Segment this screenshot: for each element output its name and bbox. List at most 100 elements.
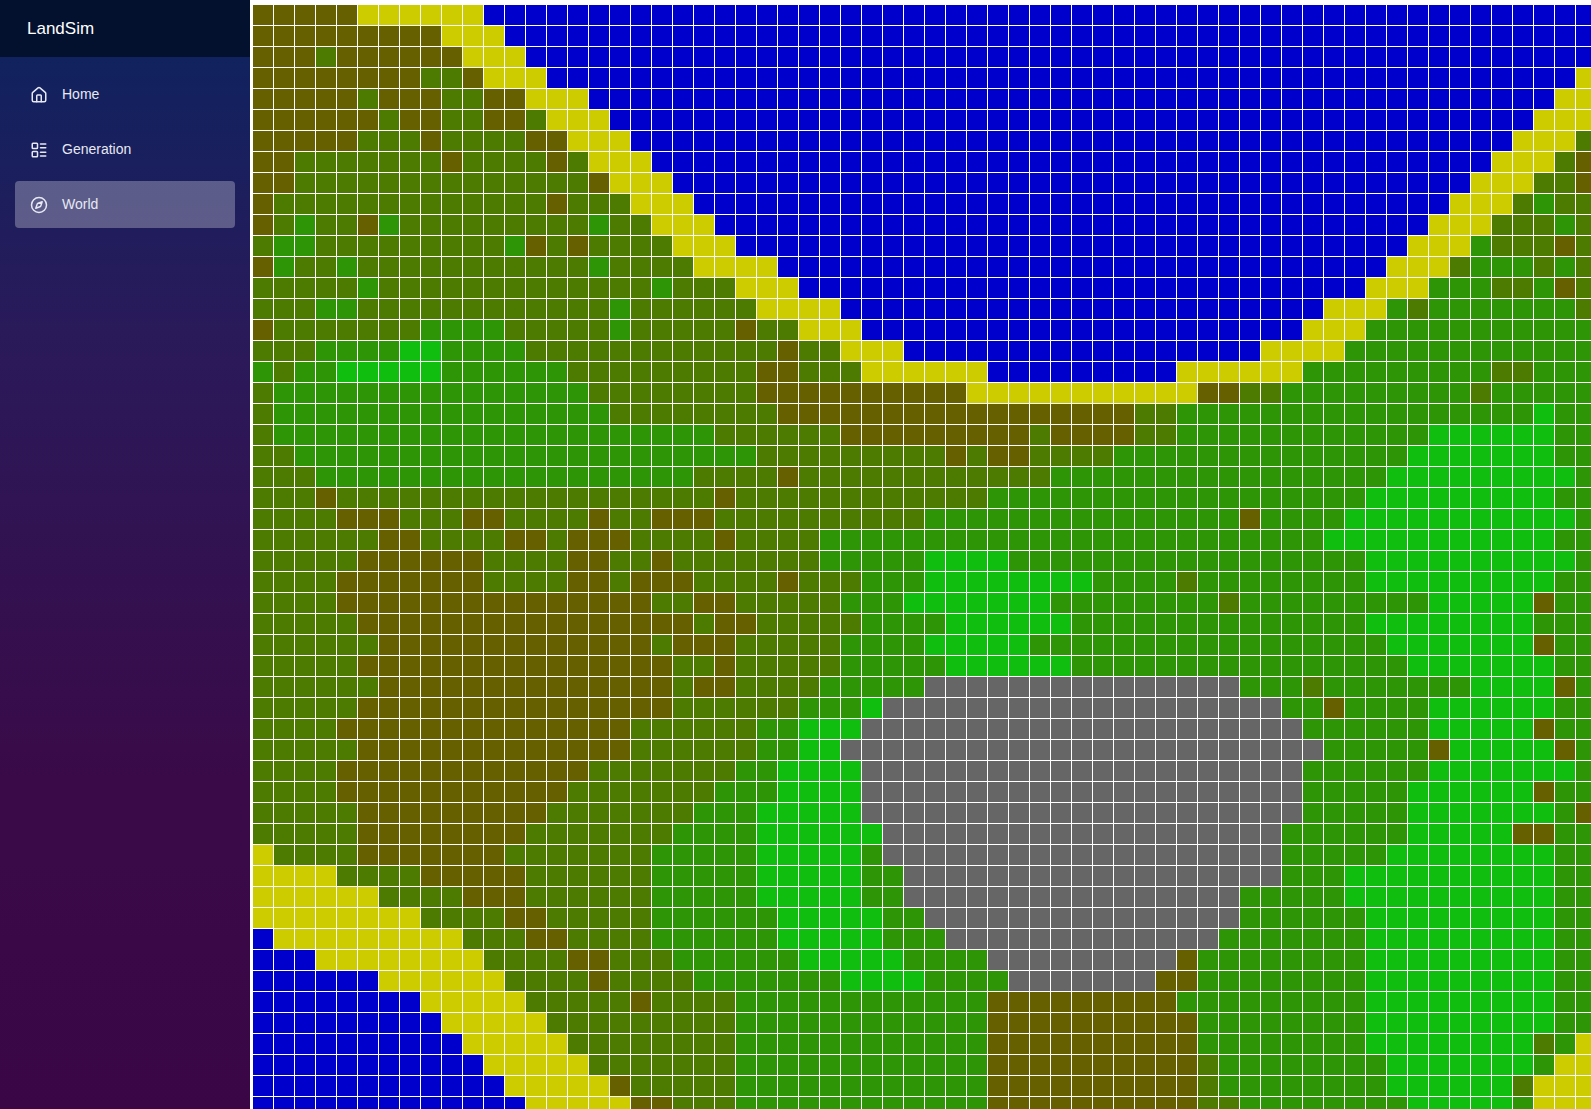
tile[interactable] [1576, 47, 1591, 67]
tile[interactable] [736, 320, 756, 340]
tile[interactable] [400, 5, 420, 25]
tile[interactable] [526, 635, 546, 655]
tile[interactable] [589, 68, 609, 88]
tile[interactable] [1135, 236, 1155, 256]
tile[interactable] [1492, 173, 1512, 193]
tile[interactable] [820, 89, 840, 109]
tile[interactable] [1555, 89, 1575, 109]
tile[interactable] [1492, 152, 1512, 172]
tile[interactable] [757, 236, 777, 256]
tile[interactable] [316, 5, 336, 25]
tile[interactable] [1408, 215, 1428, 235]
tile[interactable] [358, 593, 378, 613]
tile[interactable] [1555, 257, 1575, 277]
tile[interactable] [547, 488, 567, 508]
tile[interactable] [883, 551, 903, 571]
tile[interactable] [1282, 68, 1302, 88]
tile[interactable] [1219, 26, 1239, 46]
tile[interactable] [820, 530, 840, 550]
tile[interactable] [568, 362, 588, 382]
tile[interactable] [568, 614, 588, 634]
tile[interactable] [820, 488, 840, 508]
tile[interactable] [1198, 383, 1218, 403]
tile[interactable] [736, 404, 756, 424]
tile[interactable] [883, 614, 903, 634]
tile[interactable] [1366, 509, 1386, 529]
tile[interactable] [589, 635, 609, 655]
tile[interactable] [1345, 404, 1365, 424]
tile[interactable] [988, 5, 1008, 25]
tile[interactable] [1051, 341, 1071, 361]
tile[interactable] [1471, 278, 1491, 298]
tile[interactable] [568, 446, 588, 466]
tile[interactable] [1261, 257, 1281, 277]
tile[interactable] [799, 26, 819, 46]
tile[interactable] [337, 194, 357, 214]
tile[interactable] [799, 404, 819, 424]
tile[interactable] [967, 635, 987, 655]
tile[interactable] [841, 425, 861, 445]
tile[interactable] [1282, 110, 1302, 130]
tile[interactable] [274, 593, 294, 613]
tile[interactable] [1261, 467, 1281, 487]
tile[interactable] [274, 383, 294, 403]
tile[interactable] [1429, 383, 1449, 403]
tile[interactable] [1177, 614, 1197, 634]
tile[interactable] [1282, 257, 1302, 277]
tile[interactable] [1387, 593, 1407, 613]
tile[interactable] [1534, 131, 1554, 151]
tile[interactable] [379, 5, 399, 25]
tile[interactable] [526, 110, 546, 130]
tile[interactable] [1534, 47, 1554, 67]
tile[interactable] [841, 362, 861, 382]
tile[interactable] [295, 152, 315, 172]
tile[interactable] [1408, 467, 1428, 487]
tile[interactable] [1198, 467, 1218, 487]
tile[interactable] [526, 383, 546, 403]
tile[interactable] [610, 194, 630, 214]
tile[interactable] [841, 467, 861, 487]
tile[interactable] [610, 572, 630, 592]
tile[interactable] [1093, 257, 1113, 277]
tile[interactable] [1408, 257, 1428, 277]
tile[interactable] [799, 299, 819, 319]
tile[interactable] [1093, 47, 1113, 67]
tile[interactable] [1072, 446, 1092, 466]
tile[interactable] [862, 173, 882, 193]
tile[interactable] [1261, 614, 1281, 634]
tile[interactable] [631, 446, 651, 466]
tile[interactable] [484, 89, 504, 109]
tile[interactable] [316, 110, 336, 130]
tile[interactable] [1324, 257, 1344, 277]
tile[interactable] [631, 530, 651, 550]
tile[interactable] [1093, 215, 1113, 235]
tile[interactable] [1219, 257, 1239, 277]
tile[interactable] [1534, 278, 1554, 298]
tile[interactable] [1156, 278, 1176, 298]
tile[interactable] [568, 467, 588, 487]
tile[interactable] [1492, 488, 1512, 508]
tile[interactable] [988, 299, 1008, 319]
tile[interactable] [1387, 152, 1407, 172]
tile[interactable] [358, 530, 378, 550]
tile[interactable] [1450, 467, 1470, 487]
tile[interactable] [1093, 488, 1113, 508]
tile[interactable] [799, 257, 819, 277]
tile[interactable] [883, 320, 903, 340]
tile[interactable] [1303, 593, 1323, 613]
tile[interactable] [757, 614, 777, 634]
tile[interactable] [967, 299, 987, 319]
tile[interactable] [610, 635, 630, 655]
tile[interactable] [1534, 26, 1554, 46]
tile[interactable] [1051, 26, 1071, 46]
tile[interactable] [547, 572, 567, 592]
tile[interactable] [1030, 425, 1050, 445]
tile[interactable] [904, 173, 924, 193]
tile[interactable] [1282, 26, 1302, 46]
tile[interactable] [1240, 278, 1260, 298]
tile[interactable] [1219, 194, 1239, 214]
tile[interactable] [778, 215, 798, 235]
tile[interactable] [1051, 299, 1071, 319]
tile[interactable] [967, 278, 987, 298]
tile[interactable] [1366, 362, 1386, 382]
